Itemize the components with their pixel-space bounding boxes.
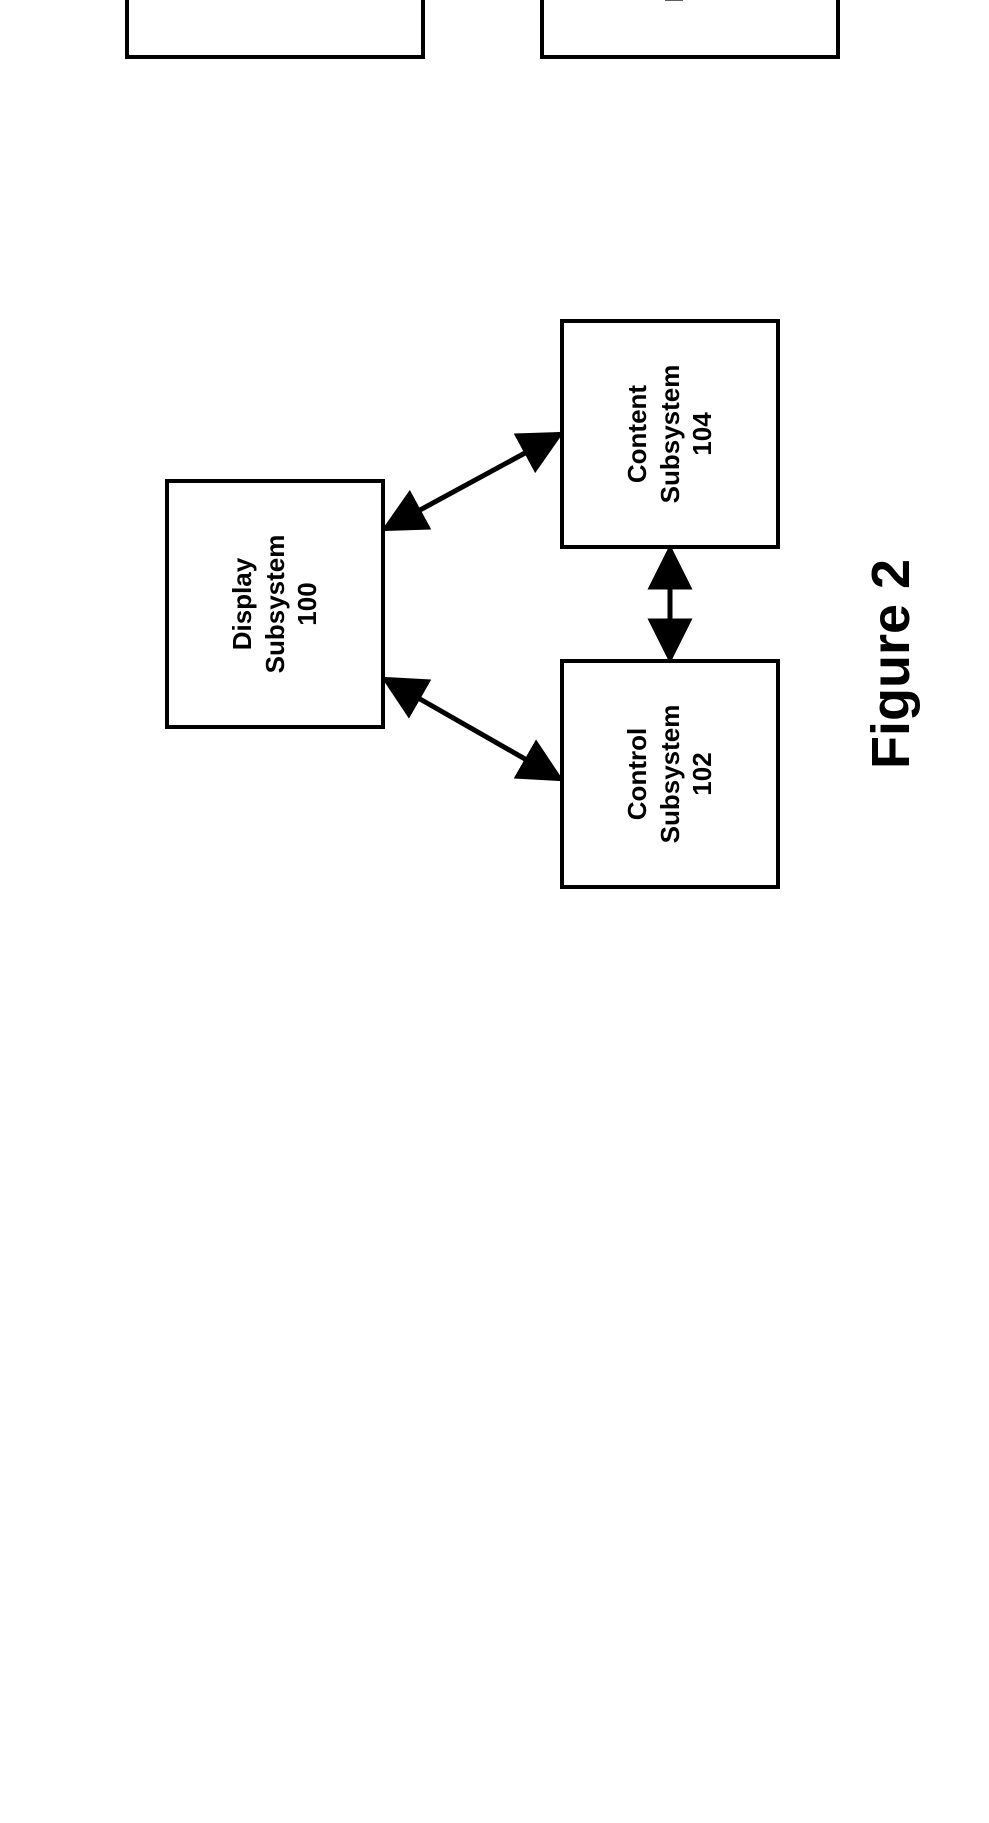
diagram-canvas: DisplaySubsystem 100 ControlSubsystem 10… [0,0,989,989]
fig2-arrow-display-content [385,434,560,529]
fig2-arrow-display-control [385,679,560,779]
arrows-layer [0,0,989,989]
